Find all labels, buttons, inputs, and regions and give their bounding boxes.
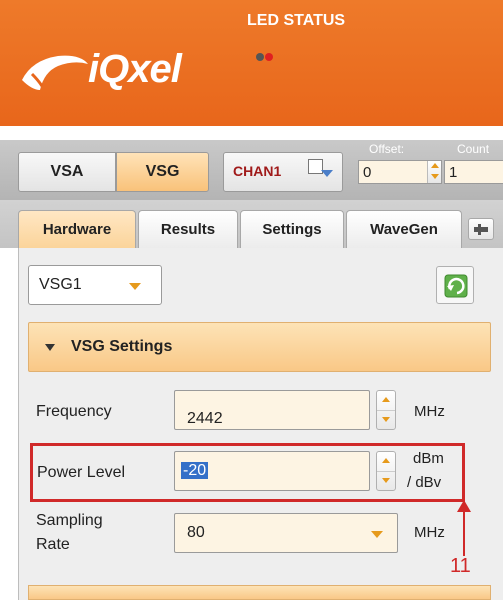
arrow-up-icon[interactable] bbox=[431, 163, 439, 168]
tab-results[interactable]: Results bbox=[138, 210, 238, 248]
chevron-down-icon bbox=[371, 531, 383, 538]
chevron-down-icon bbox=[321, 170, 333, 177]
vsa-button[interactable]: VSA bbox=[18, 152, 116, 192]
next-section-header[interactable] bbox=[28, 585, 491, 600]
vsg-button[interactable]: VSG bbox=[116, 152, 209, 192]
led-indicators bbox=[256, 53, 273, 65]
count-label: Count bbox=[457, 142, 490, 156]
led-on-indicator bbox=[265, 53, 273, 61]
frequency-unit: MHz bbox=[414, 403, 445, 420]
device-select-value: VSG1 bbox=[39, 276, 82, 293]
sampling-rate-select[interactable]: 80 bbox=[174, 513, 398, 553]
brand-name: iQxel bbox=[88, 47, 182, 91]
frequency-stepper[interactable] bbox=[376, 390, 396, 430]
logo-swoosh-icon bbox=[22, 55, 88, 90]
arrow-down-icon[interactable] bbox=[431, 174, 439, 179]
sampling-rate-value: 80 bbox=[187, 524, 205, 541]
frequency-input[interactable]: 2442 bbox=[174, 390, 370, 430]
pin-button[interactable] bbox=[468, 218, 494, 240]
offset-value: 0 bbox=[363, 164, 372, 181]
count-value: 1 bbox=[449, 164, 458, 181]
sampling-rate-label-line2: Rate bbox=[36, 536, 70, 553]
arrow-up-icon[interactable] bbox=[382, 397, 390, 402]
frequency-label: Frequency bbox=[36, 403, 112, 420]
sampling-rate-label-line1: Sampling bbox=[36, 512, 103, 529]
tab-wavegen[interactable]: WaveGen bbox=[346, 210, 462, 248]
offset-input[interactable]: 0 bbox=[358, 160, 442, 184]
refresh-icon bbox=[444, 274, 468, 298]
offset-stepper[interactable] bbox=[427, 161, 441, 183]
stepper-divider bbox=[377, 410, 395, 411]
channel-button[interactable]: CHAN1 bbox=[223, 152, 343, 192]
channel-label: CHAN1 bbox=[233, 163, 282, 179]
led-status-title: LED STATUS bbox=[247, 12, 346, 29]
app-header: iQxel LED STATUS bbox=[0, 0, 503, 126]
tab-bar: Hardware Results Settings WaveGen bbox=[0, 200, 503, 248]
led-off-indicator bbox=[256, 53, 264, 61]
pin-icon-head bbox=[478, 224, 481, 235]
refresh-button[interactable] bbox=[436, 266, 474, 304]
pin-icon bbox=[474, 227, 488, 232]
tab-settings[interactable]: Settings bbox=[240, 210, 344, 248]
annotation-highlight-box bbox=[30, 443, 465, 502]
frequency-value: 2442 bbox=[187, 410, 223, 427]
sampling-rate-unit: MHz bbox=[414, 524, 445, 541]
chevron-down-icon bbox=[45, 344, 55, 351]
chevron-down-icon bbox=[129, 283, 141, 290]
annotation-number: 11 bbox=[450, 555, 471, 577]
annotation-arrow-line bbox=[463, 510, 465, 556]
arrow-down-icon[interactable] bbox=[382, 417, 390, 422]
offset-label: Offset: bbox=[369, 142, 405, 156]
iqxel-logo: iQxel bbox=[18, 42, 228, 102]
count-input[interactable]: 1 bbox=[444, 160, 503, 184]
device-select[interactable]: VSG1 bbox=[28, 265, 162, 305]
section-title: VSG Settings bbox=[71, 338, 173, 355]
tab-hardware[interactable]: Hardware bbox=[18, 210, 136, 248]
vsg-settings-header[interactable]: VSG Settings bbox=[28, 322, 491, 372]
